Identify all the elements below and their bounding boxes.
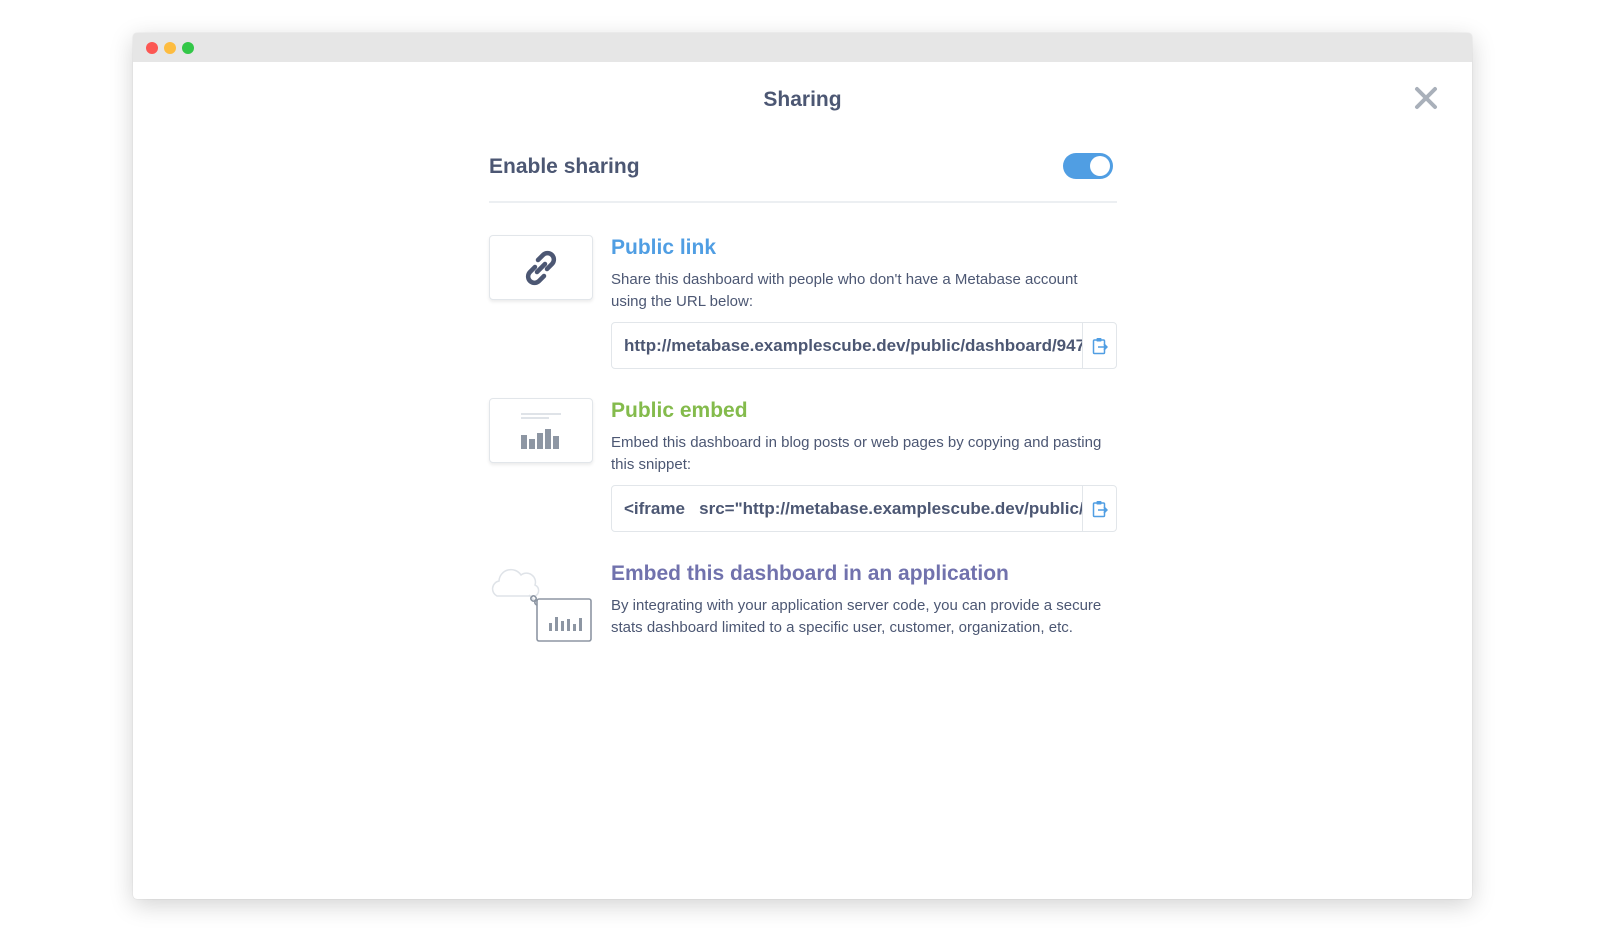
window-maximize-dot[interactable] — [182, 42, 194, 54]
public-embed-snippet-field[interactable]: <iframe src="http://metabase.examplescub… — [611, 485, 1117, 532]
toggle-knob — [1090, 156, 1110, 176]
window-titlebar — [133, 33, 1472, 62]
public-embed-snippet[interactable]: <iframe src="http://metabase.examplescub… — [612, 499, 1082, 519]
public-link-description: Share this dashboard with people who don… — [611, 271, 1078, 310]
app-embed-body: Embed this dashboard in an application B… — [611, 561, 1117, 639]
public-embed-description: Embed this dashboard in blog posts or we… — [611, 434, 1102, 473]
public-embed-body: Public embed Embed this dashboard in blo… — [611, 398, 1117, 532]
public-link-url-field[interactable]: http://metabase.examplescube.dev/public/… — [611, 322, 1117, 369]
app-embed-description: By integrating with your application ser… — [611, 597, 1102, 636]
copy-embed-button[interactable] — [1082, 486, 1116, 531]
clipboard-icon — [1092, 337, 1108, 354]
public-link-url[interactable]: http://metabase.examplescube.dev/public/… — [612, 336, 1082, 356]
clipboard-icon — [1092, 500, 1108, 517]
close-icon — [1415, 87, 1437, 109]
enable-sharing-toggle[interactable] — [1063, 153, 1113, 179]
public-link-title: Public link — [611, 236, 717, 259]
enable-sharing-row: Enable sharing — [489, 153, 1117, 203]
window-minimize-dot[interactable] — [164, 42, 176, 54]
copy-link-button[interactable] — [1082, 323, 1116, 368]
enable-sharing-label: Enable sharing — [489, 155, 640, 178]
cloud-embed-icon — [491, 568, 592, 642]
app-window: Sharing Enable sharing Public link Share… — [133, 33, 1472, 899]
window-close-dot[interactable] — [146, 42, 158, 54]
app-embed-thumbnail — [489, 561, 593, 643]
public-link-thumbnail — [489, 235, 593, 300]
public-embed-title: Public embed — [611, 399, 748, 422]
embed-chart-icon — [521, 412, 561, 449]
public-embed-thumbnail — [489, 398, 593, 463]
modal-title: Sharing — [763, 88, 842, 111]
close-button[interactable] — [1413, 85, 1439, 111]
link-icon — [525, 250, 557, 285]
public-link-body: Public link Share this dashboard with pe… — [611, 235, 1117, 369]
app-embed-title: Embed this dashboard in an application — [611, 562, 1009, 585]
